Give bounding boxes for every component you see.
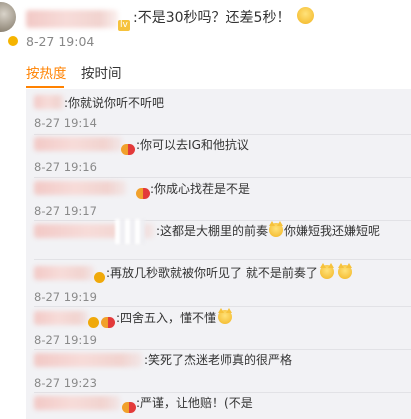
reply-time: 8-27 19:19 (34, 333, 97, 347)
tab-hot-underline (26, 86, 64, 88)
reply-time: 8-27 19:17 (34, 204, 97, 218)
username-blurred[interactable] (26, 10, 118, 28)
post-time: 8-27 19:04 (26, 34, 95, 49)
cat-face-icon (218, 308, 233, 324)
fan-badge-icon (121, 144, 135, 155)
divider (34, 259, 411, 260)
reply-text: :笑死了杰迷老师真的很严格 (144, 353, 293, 367)
reply-time: 8-27 19:16 (34, 160, 97, 174)
reply-text: :四舍五入，懂不懂 (116, 311, 217, 325)
post-text: :不是30秒吗？还差5秒！ (133, 10, 291, 26)
reply-time: 8-27 19:14 (34, 116, 97, 130)
cat-face-icon (337, 263, 352, 279)
divider (34, 349, 411, 350)
reply-time: 8-27 19:19 (34, 290, 97, 304)
avatar[interactable] (0, 2, 16, 32)
verified-badge-icon (94, 272, 105, 283)
divider (34, 177, 411, 178)
divider (34, 306, 411, 307)
verified-badge-icon (88, 317, 99, 328)
fan-badge-icon (101, 317, 115, 328)
reply-username[interactable] (34, 95, 64, 109)
reply-username[interactable] (34, 181, 126, 195)
tab-hot[interactable]: 按热度 (26, 65, 67, 83)
reply-username[interactable] (34, 266, 94, 280)
fan-badge-icon (136, 188, 150, 199)
reply-time: 8-27 19:23 (34, 376, 97, 390)
divider (34, 134, 411, 135)
reply-text-continued: 你嫌短我还嫌短呢 (284, 224, 381, 238)
reply-username[interactable] (34, 311, 88, 325)
reply-text: :你就说你听不听吧 (64, 96, 165, 110)
reply-text: :这都是大棚里的前奏 (156, 224, 269, 238)
reply-text: :严谨，让他赔！(不是 (136, 396, 253, 410)
reply-username[interactable] (34, 353, 142, 367)
reply-username[interactable] (34, 396, 120, 410)
crying-face-icon (296, 7, 314, 24)
reply-username[interactable] (34, 137, 122, 151)
tab-time[interactable]: 按时间 (81, 65, 122, 83)
verified-badge-icon (7, 35, 19, 47)
blurred-image (115, 219, 145, 244)
reply-text: :再放几秒歌就被你听见了 就不是前奏了 (106, 266, 318, 280)
level-badge: lv (118, 20, 130, 31)
cat-face-icon (319, 263, 334, 279)
reply-text: :你成心找茬是不是 (150, 182, 251, 196)
reply-text: :你可以去IG和他抗议 (136, 138, 249, 152)
divider (34, 392, 411, 393)
cat-face-icon (269, 221, 284, 237)
fan-badge-icon (122, 402, 136, 413)
divider (34, 220, 411, 221)
